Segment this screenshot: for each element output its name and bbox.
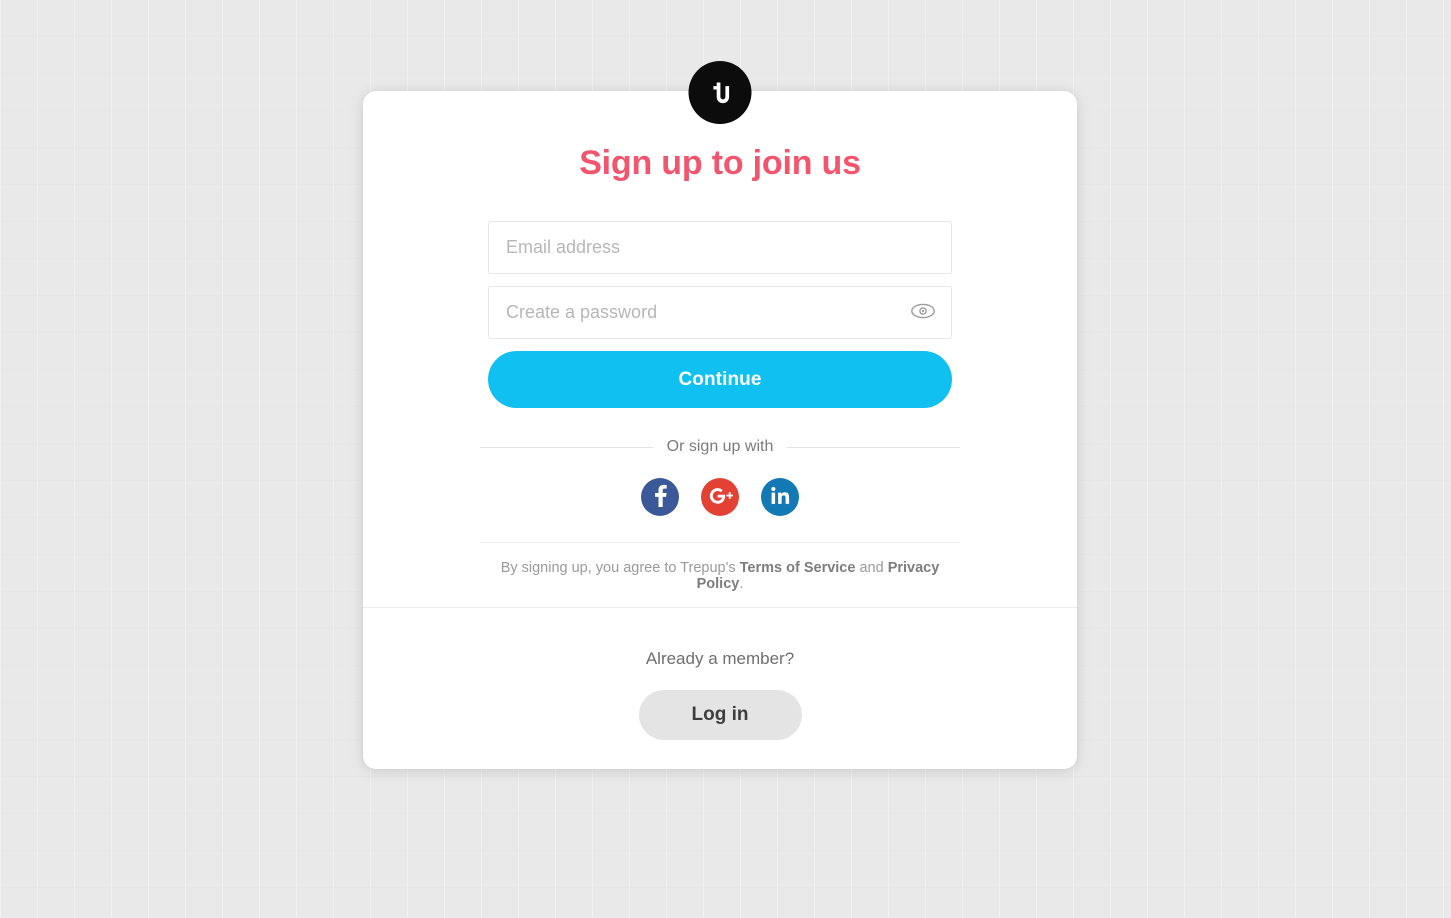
facebook-icon — [641, 477, 679, 518]
terms-text: By signing up, you agree to Trepup's Ter… — [480, 543, 960, 592]
terms-prefix: By signing up, you agree to Trepup's — [500, 560, 740, 576]
page-title: Sign up to join us — [579, 144, 861, 182]
toggle-password-visibility-button[interactable] — [909, 301, 937, 325]
continue-button[interactable]: Continue — [488, 351, 952, 408]
password-input[interactable] — [489, 287, 951, 338]
signup-page: Sign up to join us Email address Continu… — [0, 0, 1451, 918]
password-field[interactable] — [488, 286, 952, 339]
signup-card-wrapper: Sign up to join us Email address Continu… — [363, 61, 1077, 769]
social-divider: Or sign up with — [480, 438, 960, 456]
signup-form: Sign up to join us Email address Continu… — [363, 91, 1077, 592]
already-member-text: Already a member? — [645, 649, 795, 668]
google-plus-signup-button[interactable] — [701, 478, 739, 516]
trepup-logo-icon — [688, 61, 752, 124]
linkedin-signup-button[interactable] — [761, 478, 799, 516]
terms-suffix: . — [739, 576, 744, 592]
log-in-button[interactable]: Log in — [638, 690, 802, 740]
divider-line-right — [787, 446, 960, 448]
terms-conjunction: and — [855, 560, 888, 576]
email-input[interactable] — [489, 222, 951, 273]
signup-card: Sign up to join us Email address Continu… — [363, 91, 1077, 769]
linkedin-icon — [761, 477, 799, 518]
terms-of-service-link[interactable]: Terms of Service — [740, 560, 856, 576]
google-plus-icon — [701, 477, 739, 518]
card-footer: Already a member? Log in — [363, 607, 1077, 769]
social-signup-buttons — [488, 478, 952, 542]
divider-line-left — [480, 446, 653, 448]
facebook-signup-button[interactable] — [641, 478, 679, 516]
email-field[interactable] — [488, 221, 952, 274]
eye-icon — [910, 302, 936, 323]
divider-label: Or sign up with — [666, 438, 774, 455]
